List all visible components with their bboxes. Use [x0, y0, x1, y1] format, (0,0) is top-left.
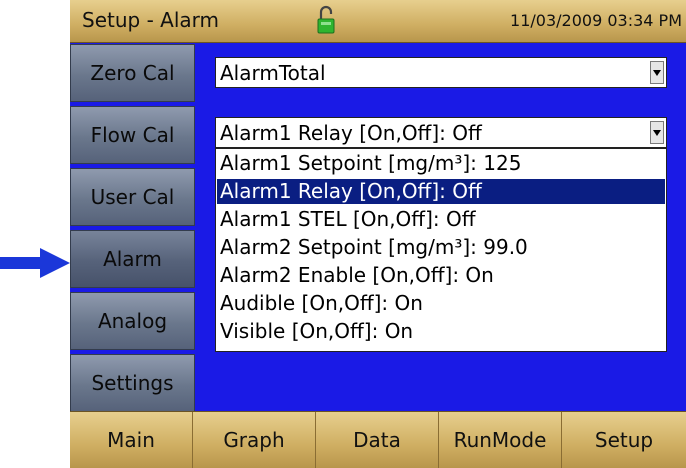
sidebar-item-analog[interactable]: Analog: [70, 292, 195, 350]
alarm-select[interactable]: AlarmTotal: [215, 57, 667, 88]
sidebar-item-alarm[interactable]: Alarm: [70, 230, 195, 288]
parameter-select-value: Alarm1 Relay [On,Off]: Off: [220, 121, 482, 145]
nav-label: RunMode: [453, 428, 547, 452]
nav-runmode-button[interactable]: RunMode: [439, 412, 562, 468]
chevron-down-icon[interactable]: [650, 121, 664, 144]
sidebar-item-zero-cal[interactable]: Zero Cal: [70, 44, 195, 102]
parameter-select[interactable]: Alarm1 Relay [On,Off]: Off: [215, 117, 667, 148]
list-item[interactable]: Audible [On,Off]: On: [217, 291, 665, 316]
nav-label: Graph: [223, 428, 285, 452]
nav-setup-button[interactable]: Setup: [562, 412, 686, 468]
unlock-icon: [317, 5, 335, 34]
list-item[interactable]: Alarm1 Setpoint [mg/m³]: 125: [217, 151, 665, 176]
page-title: Setup - Alarm: [82, 8, 219, 32]
alarm-select-value: AlarmTotal: [220, 61, 326, 85]
datetime-readout: 11/03/2009 03:34 PM: [510, 11, 682, 30]
nav-main-button[interactable]: Main: [70, 412, 193, 468]
nav-label: Data: [353, 428, 401, 452]
chevron-down-icon[interactable]: [650, 61, 664, 84]
list-item-selected[interactable]: Alarm1 Relay [On,Off]: Off: [217, 179, 665, 204]
sidebar-item-label: Zero Cal: [90, 61, 175, 85]
sidebar-item-settings[interactable]: Settings: [70, 354, 195, 412]
nav-graph-button[interactable]: Graph: [193, 412, 316, 468]
title-bar: Setup - Alarm 11/03/2009 03:34 PM: [70, 0, 686, 43]
sidebar-item-label: Analog: [97, 309, 168, 333]
nav-data-button[interactable]: Data: [316, 412, 439, 468]
device-screen: Setup - Alarm 11/03/2009 03:34 PM Zero C…: [70, 0, 686, 468]
bottom-nav: Main Graph Data RunMode Setup: [70, 411, 686, 468]
sidebar-item-label: Settings: [91, 371, 174, 395]
list-item[interactable]: Alarm2 Setpoint [mg/m³]: 99.0: [217, 235, 665, 260]
list-item[interactable]: Visible [On,Off]: On: [217, 319, 665, 344]
parameter-dropdown-list: Alarm1 Setpoint [mg/m³]: 125 Alarm1 Rela…: [215, 148, 667, 352]
nav-label: Main: [107, 428, 155, 452]
sidebar-item-user-cal[interactable]: User Cal: [70, 168, 195, 226]
sidebar-item-label: Alarm: [103, 247, 162, 271]
sidebar-item-label: User Cal: [90, 185, 175, 209]
sidebar-item-label: Flow Cal: [90, 123, 175, 147]
list-item[interactable]: Alarm1 STEL [On,Off]: Off: [217, 207, 665, 232]
nav-label: Setup: [594, 428, 654, 452]
arrow-right-icon: [0, 248, 70, 278]
list-item[interactable]: Alarm2 Enable [On,Off]: On: [217, 263, 665, 288]
sidebar-item-flow-cal[interactable]: Flow Cal: [70, 106, 195, 164]
